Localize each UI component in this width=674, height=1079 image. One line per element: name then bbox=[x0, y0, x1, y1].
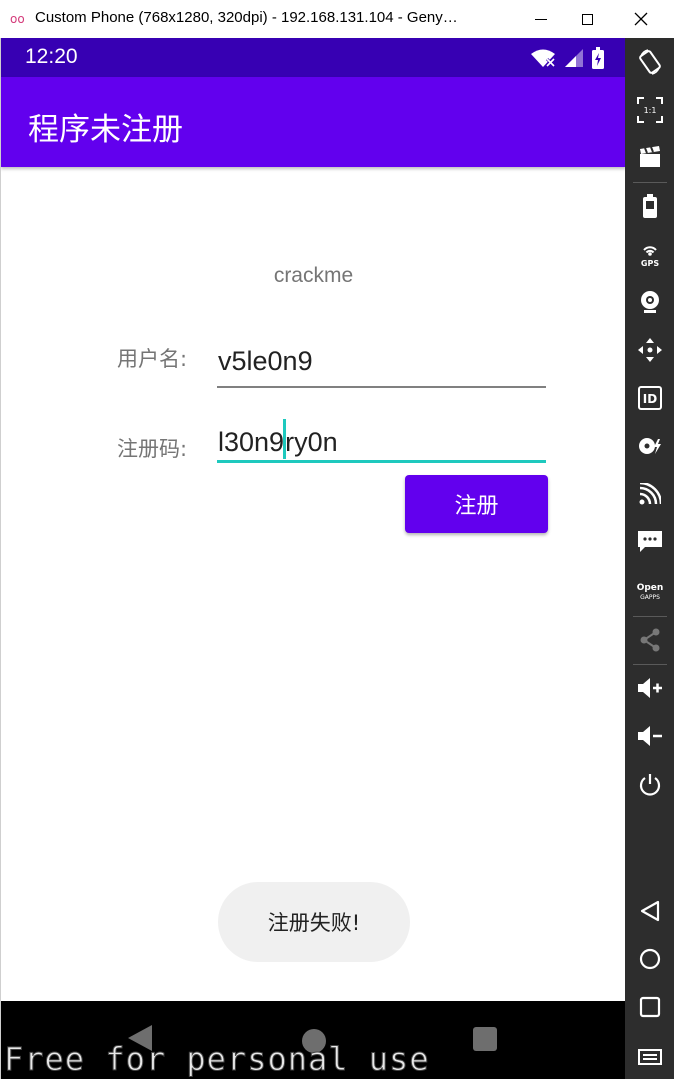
signal-icon bbox=[565, 49, 583, 67]
status-time: 12:20 bbox=[25, 45, 78, 68]
registration-code-value: l30n9ry0n bbox=[218, 419, 338, 459]
share-icon bbox=[640, 628, 659, 652]
recent-apps-icon bbox=[639, 996, 660, 1018]
window-title: Custom Phone (768x1280, 320dpi) - 192.16… bbox=[35, 9, 458, 26]
back-icon bbox=[640, 900, 659, 922]
svg-text:1:1: 1:1 bbox=[643, 106, 656, 115]
svg-text:Open: Open bbox=[636, 583, 663, 593]
username-label: 用户名: bbox=[117, 347, 188, 371]
rotate-screen-icon bbox=[638, 49, 661, 75]
app-bar: 程序未注册 bbox=[1, 77, 625, 167]
menu-button[interactable] bbox=[625, 1035, 674, 1075]
webcam-button[interactable] bbox=[625, 282, 674, 322]
webcam-icon bbox=[640, 291, 659, 313]
toolbar-separator bbox=[633, 616, 667, 617]
volume-down-icon bbox=[637, 726, 662, 746]
gps-button[interactable]: GPS bbox=[625, 234, 674, 274]
identifiers-icon: ID bbox=[637, 386, 662, 410]
maximize-button[interactable] bbox=[564, 0, 610, 38]
status-icons bbox=[530, 47, 604, 69]
menu-icon bbox=[637, 1049, 662, 1065]
register-button[interactable]: 注册 bbox=[405, 475, 548, 533]
network-button[interactable] bbox=[625, 474, 674, 514]
code-text-after-cursor: ry0n bbox=[285, 427, 338, 457]
registration-code-label: 注册码: bbox=[117, 437, 188, 461]
power-button[interactable] bbox=[625, 765, 674, 805]
volume-up-icon bbox=[637, 678, 662, 698]
username-input[interactable]: v5le0n9 bbox=[217, 346, 546, 388]
gps-icon: GPS bbox=[640, 246, 659, 267]
window-titlebar: oo Custom Phone (768x1280, 320dpi) - 192… bbox=[0, 0, 674, 39]
volume-down-button[interactable] bbox=[625, 716, 674, 756]
battery-charging-icon bbox=[592, 47, 604, 69]
svg-text:GPS: GPS bbox=[640, 259, 658, 267]
dpad-icon bbox=[637, 338, 662, 362]
registration-code-input[interactable]: l30n9ry0n bbox=[217, 419, 546, 463]
nav-recents-icon[interactable] bbox=[473, 1027, 497, 1051]
dpad-button[interactable] bbox=[625, 330, 674, 370]
phone-screen: 12:20 程序未注册 crackme 用户名: v5le0n9 注册码: l3… bbox=[0, 38, 625, 1079]
minimize-icon bbox=[535, 18, 547, 20]
battery-button[interactable] bbox=[625, 186, 674, 226]
svg-text:ID: ID bbox=[642, 392, 656, 406]
close-button[interactable] bbox=[618, 0, 664, 38]
sms-icon bbox=[637, 531, 662, 552]
emulator-toolbar: 1:1 GPS ID Open GAPPS bbox=[625, 38, 674, 1079]
maximize-icon bbox=[581, 13, 593, 25]
crackme-header: crackme bbox=[273, 264, 354, 287]
share-button bbox=[625, 620, 674, 660]
power-icon bbox=[639, 774, 660, 796]
toolbar-separator bbox=[633, 664, 667, 665]
wifi-off-icon bbox=[531, 49, 556, 68]
status-bar: 12:20 bbox=[1, 38, 625, 77]
disk-io-button[interactable] bbox=[625, 426, 674, 466]
battery-icon bbox=[642, 194, 657, 218]
screencast-icon bbox=[639, 146, 660, 167]
app-title: 程序未注册 bbox=[28, 112, 183, 148]
sms-button[interactable] bbox=[625, 522, 674, 562]
screencast-button[interactable] bbox=[625, 137, 674, 177]
genymotion-logo-icon: oo bbox=[10, 12, 25, 26]
disk-io-icon bbox=[638, 438, 661, 454]
toolbar-separator bbox=[633, 182, 667, 183]
username-value: v5le0n9 bbox=[218, 346, 313, 376]
code-text-before-cursor: l30n9 bbox=[218, 427, 285, 457]
identifiers-button[interactable]: ID bbox=[625, 378, 674, 418]
minimize-button[interactable] bbox=[518, 0, 564, 38]
home-icon bbox=[639, 948, 660, 970]
back-button[interactable] bbox=[625, 891, 674, 931]
close-icon bbox=[634, 12, 648, 26]
rotate-screen-button[interactable] bbox=[625, 42, 674, 82]
volume-up-button[interactable] bbox=[625, 668, 674, 708]
pixel-perfect-button[interactable]: 1:1 bbox=[625, 90, 674, 130]
recent-apps-button[interactable] bbox=[625, 987, 674, 1027]
open-gapps-icon: OpenGAPPS bbox=[636, 583, 663, 601]
network-icon bbox=[639, 483, 661, 505]
pixel-perfect-icon: 1:1 bbox=[636, 97, 663, 123]
svg-text:GAPPS: GAPPS bbox=[640, 594, 660, 601]
watermark-text: Free for personal use bbox=[4, 1040, 430, 1079]
toast-message: 注册失败! bbox=[218, 882, 410, 962]
home-button[interactable] bbox=[625, 939, 674, 979]
open-gapps-button[interactable]: Open GAPPS bbox=[625, 571, 674, 611]
